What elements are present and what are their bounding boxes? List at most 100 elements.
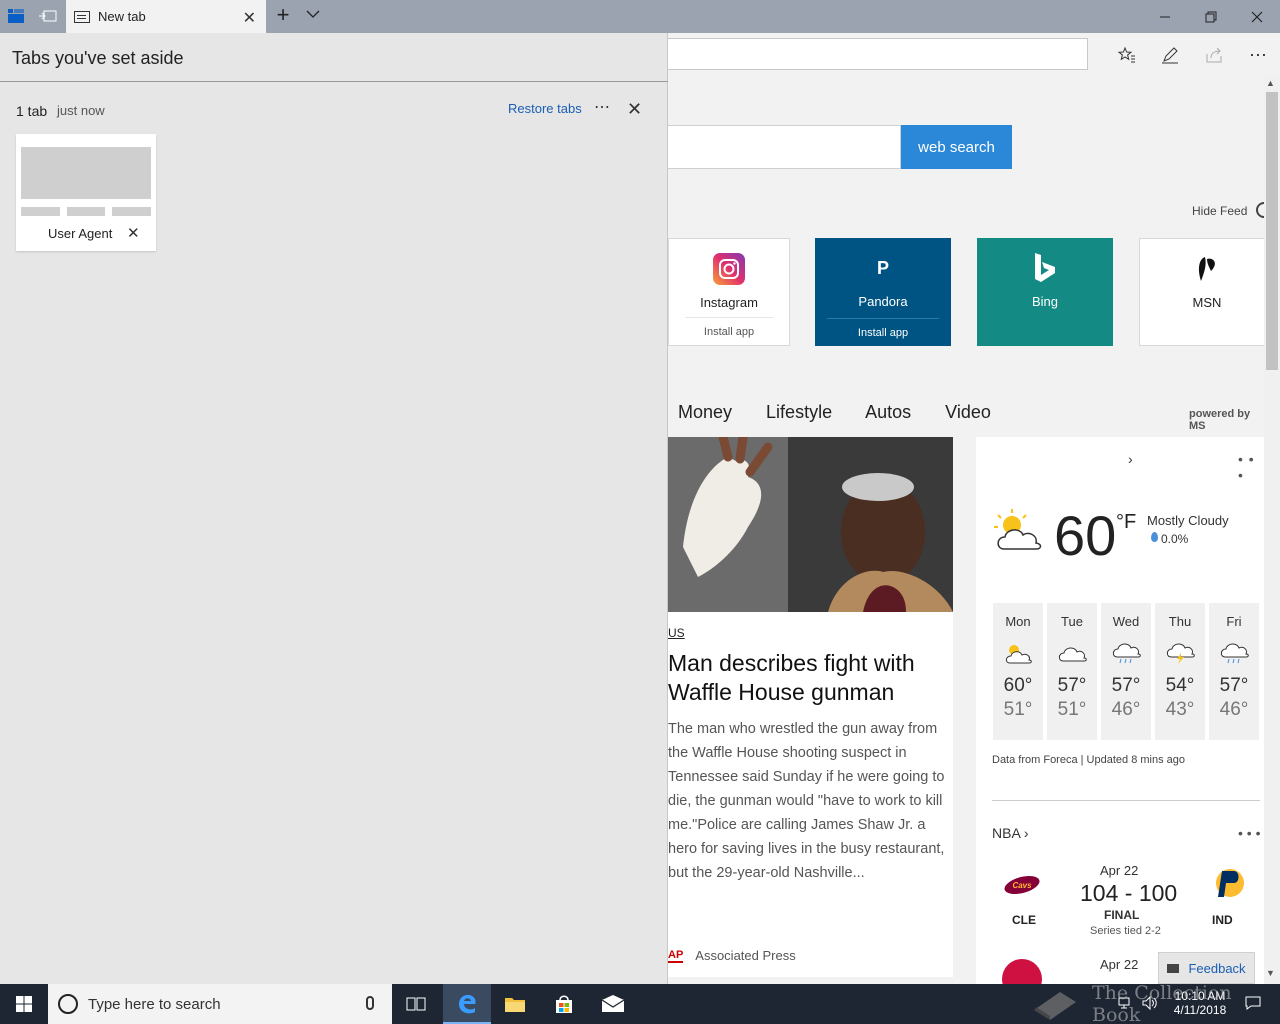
close-icon[interactable]: ✕ <box>127 224 140 242</box>
tile-label: Bing <box>1031 294 1059 309</box>
category-video[interactable]: Video <box>945 402 991 422</box>
search-placeholder: Type here to search <box>88 995 221 1013</box>
forecast-day-name: Thu <box>1168 614 1192 629</box>
thunderstorm-icon <box>1165 641 1195 665</box>
taskbar-search-input[interactable]: Type here to search <box>48 984 392 1024</box>
chevron-right-icon: › <box>1023 825 1029 841</box>
forecast-day[interactable]: Tue 57° 51° <box>1047 603 1097 740</box>
tab-count: 1 tab <box>16 103 48 119</box>
home-team-abbr: CLE <box>1012 913 1036 927</box>
close-window-icon[interactable] <box>1234 0 1280 33</box>
cavaliers-logo-icon: Cavs <box>1002 869 1042 901</box>
news-source-name: Associated Press <box>695 948 796 963</box>
web-search-button[interactable]: web search <box>901 125 1012 169</box>
minimize-icon[interactable] <box>1142 0 1188 33</box>
forecast-day-name: Tue <box>1061 614 1083 629</box>
more-options-icon[interactable]: ⋯ <box>1246 43 1270 67</box>
forecast-day[interactable]: Mon 60° 51° <box>993 603 1043 740</box>
new-tab-plus-icon[interactable]: + <box>272 4 294 28</box>
nba-link[interactable]: NBA › <box>992 825 1029 841</box>
temperature-unit[interactable]: °F <box>1116 511 1136 534</box>
address-input[interactable] <box>660 38 1088 70</box>
set-aside-time: just now <box>57 103 105 118</box>
search-input[interactable] <box>668 125 901 169</box>
tabs-aside-icon[interactable] <box>6 6 26 26</box>
category-autos[interactable]: Autos <box>865 402 911 422</box>
msn-icon <box>1191 253 1223 285</box>
tile-pandora[interactable]: P Pandora Install app <box>815 238 951 346</box>
install-app-link[interactable]: Install app <box>827 318 939 346</box>
chevron-right-icon[interactable]: › <box>1128 451 1133 467</box>
bing-icon <box>1029 252 1061 284</box>
thumbnail-label: User Agent <box>48 226 113 241</box>
forecast-low: 43° <box>1165 699 1195 720</box>
raptors-logo-icon <box>1002 959 1042 984</box>
store-icon[interactable] <box>540 984 588 1024</box>
category-money[interactable]: Money <box>678 402 732 422</box>
scroll-up-icon[interactable]: ▲ <box>1266 78 1275 88</box>
title-bar: New tab ✕ + <box>0 0 1280 33</box>
tile-instagram[interactable]: Instagram Install app <box>668 238 790 346</box>
weather-footer: Data from Foreca | Updated 8 mins ago <box>992 754 1186 766</box>
tile-msn[interactable]: MSN <box>1139 238 1264 346</box>
install-app-link[interactable]: Install app <box>685 317 773 345</box>
microphone-icon[interactable] <box>366 996 374 1010</box>
windows-start-icon[interactable] <box>0 984 48 1024</box>
rain-icon <box>1111 641 1141 665</box>
ap-logo: AP <box>668 948 684 963</box>
tab-new-tab[interactable]: New tab ✕ <box>66 0 266 33</box>
close-icon[interactable]: ✕ <box>627 99 642 120</box>
close-tab-icon[interactable]: ✕ <box>243 8 256 28</box>
game-date: Apr 22 <box>1100 957 1139 972</box>
current-temperature: 60 <box>1054 504 1117 567</box>
more-options-icon[interactable]: • • • <box>1238 825 1260 841</box>
mail-icon[interactable] <box>589 984 637 1024</box>
instagram-icon <box>713 253 745 285</box>
feedback-icon <box>1167 963 1180 973</box>
feedback-label: Feedback <box>1188 960 1246 976</box>
news-headline[interactable]: Man describes fight with Waffle House gu… <box>668 649 948 707</box>
forecast-day[interactable]: Fri 57° 46° <box>1209 603 1259 740</box>
category-lifestyle[interactable]: Lifestyle <box>766 402 832 422</box>
more-options-icon[interactable]: ⋯ <box>594 97 611 117</box>
set-aside-tabs-icon[interactable] <box>38 6 58 26</box>
file-explorer-icon[interactable] <box>491 984 539 1024</box>
restore-icon[interactable] <box>1188 0 1234 33</box>
forecast-low: 51° <box>1057 699 1087 720</box>
game-score[interactable]: 104 - 100 <box>1080 880 1177 907</box>
series-status: Series tied 2-2 <box>1090 925 1161 937</box>
new-tab-page: web search Hide Feed Instagram Install a… <box>668 77 1264 984</box>
news-category-label[interactable]: US <box>668 626 685 640</box>
precipitation-icon <box>1151 532 1158 542</box>
tile-bing[interactable]: Bing <box>977 238 1113 346</box>
edge-icon[interactable] <box>443 984 491 1024</box>
forecast-day[interactable]: Thu 54° 43° <box>1155 603 1205 740</box>
news-summary: The man who wrestled the gun away from t… <box>668 721 945 881</box>
news-card[interactable]: US Man describes fight with Waffle House… <box>668 437 953 977</box>
scroll-down-icon[interactable]: ▼ <box>1266 968 1275 978</box>
hide-feed-link[interactable]: Hide Feed <box>1192 204 1247 218</box>
chevron-down-icon[interactable] <box>305 6 325 26</box>
forecast-high: 54° <box>1165 675 1195 696</box>
forecast-day[interactable]: Wed 57° 46° <box>1101 603 1151 740</box>
pandora-icon: P <box>876 257 889 278</box>
task-view-icon[interactable] <box>392 984 440 1024</box>
game-status: FINAL <box>1104 908 1140 922</box>
partly-sunny-icon <box>992 507 1044 560</box>
set-aside-tab-thumbnail[interactable]: User Agent ✕ <box>16 134 156 251</box>
restore-tabs-link[interactable]: Restore tabs <box>508 101 582 116</box>
favorites-icon[interactable] <box>1115 43 1139 67</box>
forecast-high: 57° <box>1057 675 1087 696</box>
more-options-icon[interactable]: • • • <box>1238 451 1264 483</box>
news-source: AP Associated Press <box>668 948 796 963</box>
news-photo[interactable] <box>668 437 953 612</box>
forecast-low: 46° <box>1111 699 1141 720</box>
rain-icon <box>1219 641 1249 665</box>
pen-icon[interactable] <box>1158 43 1182 67</box>
away-team-abbr: IND <box>1212 913 1233 927</box>
gear-icon[interactable] <box>1256 202 1264 218</box>
scrollbar-thumb[interactable] <box>1266 92 1278 370</box>
feedback-button[interactable]: Feedback <box>1158 952 1255 984</box>
news-categories: Money Lifestyle Autos Video <box>678 402 1020 423</box>
share-icon[interactable] <box>1202 43 1226 67</box>
